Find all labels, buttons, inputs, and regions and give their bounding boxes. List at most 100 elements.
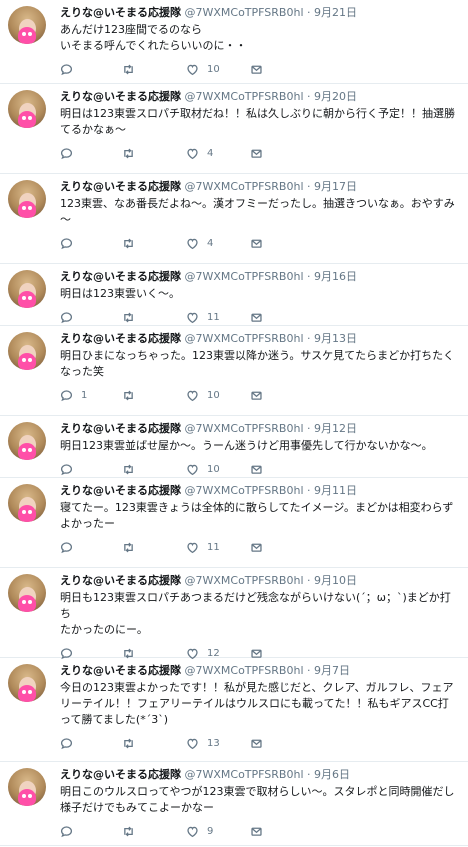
reply-icon (60, 825, 73, 837)
avatar[interactable] (8, 6, 46, 44)
tweet-date[interactable]: 9月12日 (314, 422, 357, 435)
tweet[interactable]: えりな@いそまる応援隊 @7WXMCoTPFSRB0hl · 9月11日 寝てた… (0, 478, 468, 568)
tweet-date[interactable]: 9月16日 (314, 270, 357, 283)
user-handle[interactable]: @7WXMCoTPFSRB0hl (185, 180, 304, 193)
display-name[interactable]: えりな@いそまる応援隊 (60, 270, 181, 283)
tweet[interactable]: えりな@いそまる応援隊 @7WXMCoTPFSRB0hl · 9月10日 明日も… (0, 568, 468, 659)
tweet[interactable]: えりな@いそまる応援隊 @7WXMCoTPFSRB0hl · 9月16日 明日は… (0, 264, 468, 326)
tweet[interactable]: えりな@いそまる応援隊 @7WXMCoTPFSRB0hl · 9月7日 今日の1… (0, 658, 468, 762)
direct-message-button[interactable] (250, 308, 263, 326)
user-handle[interactable]: @7WXMCoTPFSRB0hl (185, 6, 304, 19)
direct-message-button[interactable] (250, 60, 263, 78)
tweet-date[interactable]: 9月10日 (314, 574, 357, 587)
like-button[interactable]: 4 (186, 144, 213, 162)
tweet-text-line: あんだけ123座間でるのなら (60, 23, 202, 36)
retweet-button[interactable] (122, 144, 143, 162)
tweet[interactable]: えりな@いそまる応援隊 @7WXMCoTPFSRB0hl · 9月20日 明日は… (0, 84, 468, 174)
reply-icon (60, 147, 73, 159)
direct-message-button[interactable] (250, 386, 263, 404)
heart-icon (187, 64, 198, 75)
tweet[interactable]: えりな@いそまる応援隊 @7WXMCoTPFSRB0hl · 9月12日 明日1… (0, 416, 468, 478)
tweet-date[interactable]: 9月6日 (314, 768, 350, 781)
tweet[interactable]: えりな@いそまる応援隊 @7WXMCoTPFSRB0hl · 9月17日 123… (0, 174, 468, 264)
direct-message-button[interactable] (250, 734, 263, 752)
reply-count: 1 (81, 389, 88, 401)
reply-button[interactable]: 1 (60, 386, 87, 404)
tweet[interactable]: えりな@いそまる応援隊 @7WXMCoTPFSRB0hl · 9月13日 明日ひ… (0, 326, 468, 416)
user-handle[interactable]: @7WXMCoTPFSRB0hl (185, 90, 304, 103)
tweet-date[interactable]: 9月17日 (314, 180, 357, 193)
reply-button[interactable] (60, 822, 81, 840)
reply-button[interactable] (60, 144, 81, 162)
user-handle[interactable]: @7WXMCoTPFSRB0hl (185, 332, 304, 345)
direct-message-button[interactable] (250, 234, 263, 252)
like-button[interactable]: 11 (186, 308, 220, 326)
tweet-date[interactable]: 9月20日 (314, 90, 357, 103)
like-button[interactable]: 10 (186, 60, 220, 78)
tweet-text-line: 様子だけでもみてこよーかなー (60, 801, 214, 814)
reply-button[interactable] (60, 460, 81, 478)
direct-message-button[interactable] (250, 460, 263, 478)
retweet-button[interactable] (122, 308, 143, 326)
envelope-icon (251, 827, 262, 836)
like-button[interactable]: 10 (186, 460, 220, 478)
retweet-button[interactable] (122, 538, 143, 556)
like-count: 4 (207, 237, 214, 249)
avatar[interactable] (8, 422, 46, 460)
reply-button[interactable] (60, 734, 81, 752)
tweet-date[interactable]: 9月11日 (314, 484, 357, 497)
user-handle[interactable]: @7WXMCoTPFSRB0hl (185, 422, 304, 435)
retweet-button[interactable] (122, 460, 143, 478)
like-button[interactable]: 10 (186, 386, 220, 404)
like-button[interactable]: 4 (186, 234, 213, 252)
tweet-header: えりな@いそまる応援隊 @7WXMCoTPFSRB0hl · 9月10日 (60, 574, 458, 588)
avatar[interactable] (8, 332, 46, 370)
direct-message-button[interactable] (250, 822, 263, 840)
display-name[interactable]: えりな@いそまる応援隊 (60, 6, 181, 19)
reply-button[interactable] (60, 538, 81, 556)
tweet-header: えりな@いそまる応援隊 @7WXMCoTPFSRB0hl · 9月13日 (60, 332, 458, 346)
reply-button[interactable] (60, 308, 81, 326)
avatar[interactable] (8, 664, 46, 702)
display-name[interactable]: えりな@いそまる応援隊 (60, 90, 181, 103)
retweet-button[interactable] (122, 822, 143, 840)
direct-message-button[interactable] (250, 144, 263, 162)
retweet-button[interactable] (122, 234, 143, 252)
tweet[interactable]: えりな@いそまる応援隊 @7WXMCoTPFSRB0hl · 9月6日 明日この… (0, 762, 468, 846)
reply-icon (60, 63, 73, 75)
user-handle[interactable]: @7WXMCoTPFSRB0hl (185, 768, 304, 781)
avatar[interactable] (8, 180, 46, 218)
tweet[interactable]: えりな@いそまる応援隊 @7WXMCoTPFSRB0hl · 9月21日 あんだ… (0, 0, 468, 84)
reply-button[interactable] (60, 234, 81, 252)
retweet-button[interactable] (122, 386, 143, 404)
user-handle[interactable]: @7WXMCoTPFSRB0hl (185, 270, 304, 283)
avatar[interactable] (8, 574, 46, 612)
user-handle[interactable]: @7WXMCoTPFSRB0hl (185, 484, 304, 497)
retweet-button[interactable] (122, 60, 143, 78)
avatar[interactable] (8, 270, 46, 308)
reply-button[interactable] (60, 60, 81, 78)
display-name[interactable]: えりな@いそまる応援隊 (60, 768, 181, 781)
tweet-date[interactable]: 9月21日 (314, 6, 357, 19)
display-name[interactable]: えりな@いそまる応援隊 (60, 664, 181, 677)
display-name[interactable]: えりな@いそまる応援隊 (60, 574, 181, 587)
display-name[interactable]: えりな@いそまる応援隊 (60, 484, 181, 497)
retweet-button[interactable] (122, 734, 143, 752)
separator: · (307, 574, 311, 587)
display-name[interactable]: えりな@いそまる応援隊 (60, 422, 181, 435)
like-button[interactable]: 11 (186, 538, 220, 556)
avatar[interactable] (8, 768, 46, 806)
avatar[interactable] (8, 90, 46, 128)
tweet-date[interactable]: 9月13日 (314, 332, 357, 345)
display-name[interactable]: えりな@いそまる応援隊 (60, 332, 181, 345)
tweet-date[interactable]: 9月7日 (314, 664, 350, 677)
tweet-text-line: よかったー (60, 517, 115, 530)
user-handle[interactable]: @7WXMCoTPFSRB0hl (185, 574, 304, 587)
user-handle[interactable]: @7WXMCoTPFSRB0hl (185, 664, 304, 677)
direct-message-button[interactable] (250, 538, 263, 556)
tweet-text-line: 明日このウルスロってやつが123東雲で取材らしい～。スタレポと同時開催だし (60, 785, 455, 798)
display-name[interactable]: えりな@いそまる応援隊 (60, 180, 181, 193)
like-button[interactable]: 9 (186, 822, 213, 840)
like-button[interactable]: 13 (186, 734, 220, 752)
avatar[interactable] (8, 484, 46, 522)
